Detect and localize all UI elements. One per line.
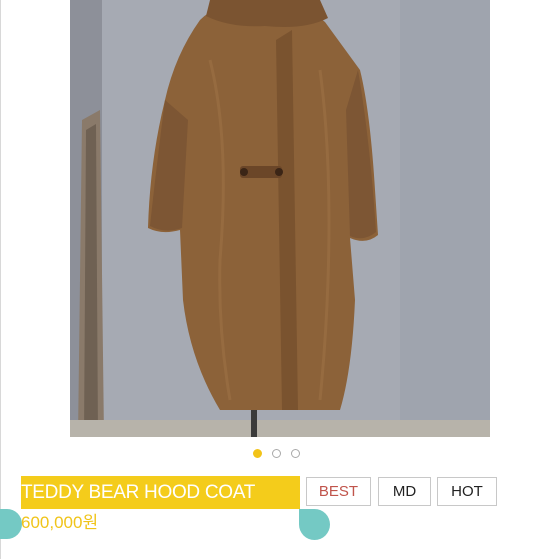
- product-price: 600,000원: [21, 513, 99, 532]
- decorative-teal-shape-right: [299, 509, 330, 540]
- decorative-teal-shape-left: [0, 509, 22, 539]
- carousel-dot-1[interactable]: [253, 449, 262, 458]
- page-left-border: [0, 0, 1, 559]
- product-name[interactable]: TEDDY BEAR HOOD COAT: [21, 476, 300, 509]
- badge-best[interactable]: BEST: [306, 477, 371, 506]
- coat-illustration: [70, 0, 490, 437]
- badge-hot[interactable]: HOT: [437, 477, 497, 506]
- carousel-indicators: [253, 449, 313, 461]
- badge-md[interactable]: MD: [378, 477, 431, 506]
- product-image[interactable]: [70, 0, 490, 437]
- carousel-dot-3[interactable]: [291, 449, 300, 458]
- carousel-dot-2[interactable]: [272, 449, 281, 458]
